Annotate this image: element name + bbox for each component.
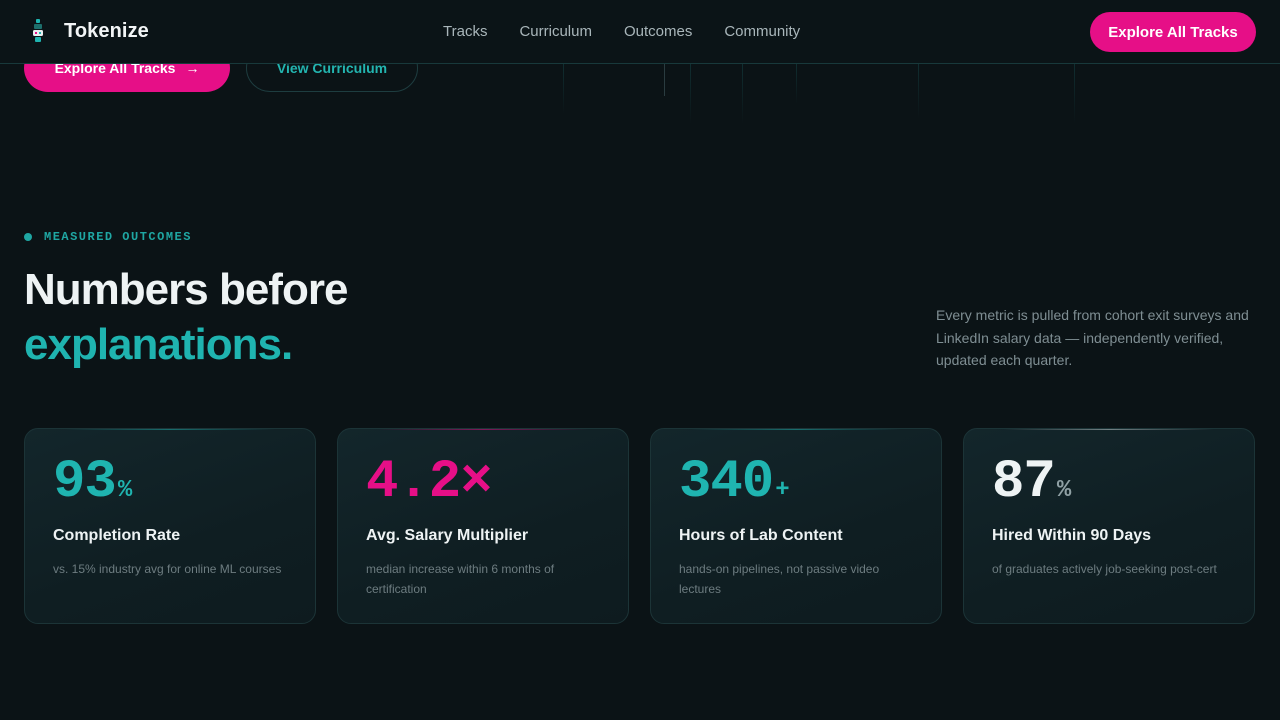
card-glow: [1004, 429, 1214, 430]
background-streak: [690, 64, 691, 124]
stat-note: vs. 15% industry avg for online ML cours…: [53, 562, 282, 576]
stat-card-completion-rate: 93 % Completion Rate vs. 15% industry av…: [24, 428, 316, 624]
stat-note: hands-on pipelines, not passive video le…: [679, 562, 880, 596]
background-streak: [563, 64, 564, 114]
page: Explore All Tracks → View Curriculum Tok…: [0, 0, 1280, 720]
headline-line-2: explanations.: [24, 320, 293, 369]
eyebrow-text: MEASURED OUTCOMES: [44, 230, 192, 244]
nav-links: Tracks Curriculum Outcomes Community: [443, 23, 800, 40]
nav-link-tracks[interactable]: Tracks: [443, 23, 487, 40]
stat-value: 87 %: [992, 455, 1226, 511]
nav-explore-tracks-button[interactable]: Explore All Tracks: [1090, 12, 1256, 52]
section-eyebrow: MEASURED OUTCOMES: [24, 230, 192, 244]
top-navbar: Tokenize Tracks Curriculum Outcomes Comm…: [0, 0, 1280, 64]
stat-card-hired-90-days: 87 % Hired Within 90 Days of graduates a…: [963, 428, 1255, 624]
stat-value: 4.2×: [366, 455, 600, 511]
nav-link-outcomes[interactable]: Outcomes: [624, 23, 692, 40]
background-streak: [796, 64, 797, 104]
eyebrow-dot-icon: [24, 233, 32, 241]
card-glow: [691, 429, 901, 430]
nav-link-community[interactable]: Community: [724, 23, 800, 40]
stat-label: Hours of Lab Content: [679, 527, 843, 544]
stat-suffix: +: [775, 477, 790, 504]
headline-line-1: Numbers before: [24, 265, 348, 314]
tokenize-logo-icon: [33, 19, 43, 42]
stat-number: 93: [53, 452, 117, 513]
background-streak: [1074, 64, 1075, 124]
stat-card-salary-multiplier: 4.2× Avg. Salary Multiplier median incre…: [337, 428, 629, 624]
background-streak: [918, 64, 919, 119]
stat-cards: 93 % Completion Rate vs. 15% industry av…: [24, 428, 1255, 624]
nav-link-curriculum[interactable]: Curriculum: [519, 23, 592, 40]
stat-value: 340 +: [679, 455, 913, 511]
stat-number: 340: [679, 452, 774, 513]
background-streak: [742, 64, 743, 124]
stat-label: Hired Within 90 Days: [992, 527, 1152, 544]
brand-name: Tokenize: [64, 19, 149, 42]
stat-suffix: %: [1056, 477, 1072, 504]
section-headline: Numbers before explanations.: [24, 262, 348, 372]
stat-number: 4.2×: [366, 452, 493, 513]
card-glow: [378, 429, 588, 430]
stat-label: Completion Rate: [53, 527, 181, 544]
background-streak: [664, 64, 665, 96]
stat-label: Avg. Salary Multiplier: [366, 527, 529, 544]
stat-value: 93 %: [53, 455, 287, 511]
card-glow: [65, 429, 275, 430]
stat-number: 87: [992, 452, 1056, 513]
stat-suffix: %: [117, 477, 133, 504]
brand[interactable]: Tokenize: [30, 19, 149, 43]
stat-note: of graduates actively job-seeking post-c…: [992, 562, 1217, 576]
section-description: Every metric is pulled from cohort exit …: [936, 307, 1249, 368]
stat-card-lab-hours: 340 + Hours of Lab Content hands-on pipe…: [650, 428, 942, 624]
stat-note: median increase within 6 months of certi…: [366, 562, 555, 596]
